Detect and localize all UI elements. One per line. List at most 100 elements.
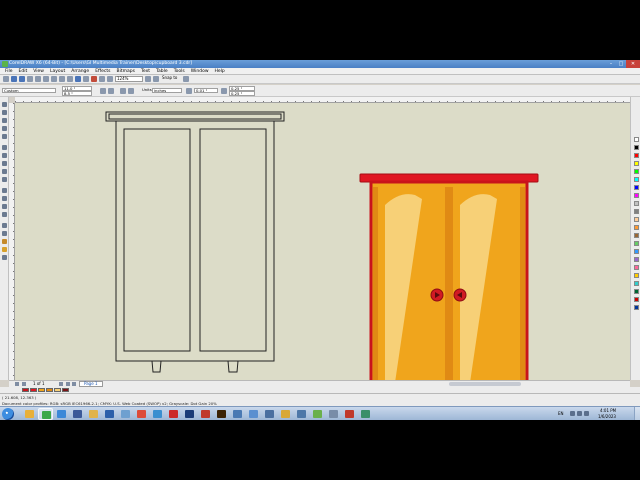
menu-bitmaps[interactable]: Bitmaps [113,69,137,74]
palette-swatch[interactable] [634,217,639,222]
menu-text[interactable]: Text [138,69,153,74]
menu-help[interactable]: Help [212,69,228,74]
taskbar-app-button[interactable] [182,408,197,420]
taskbar-app-button[interactable] [86,408,101,420]
export-icon[interactable] [83,76,89,82]
outline-top-cap-inner[interactable] [108,113,282,120]
shape-tool-icon[interactable] [2,110,7,115]
taskbar-app-button[interactable] [22,408,37,420]
undo-icon[interactable] [59,76,65,82]
maximize-button[interactable]: □ [616,60,626,68]
text-tool-icon[interactable] [2,188,7,193]
outline-right-leg[interactable] [227,360,239,373]
application-launcher-icon[interactable] [99,76,105,82]
clock-date[interactable]: 1/6/2023 [598,414,616,419]
drawing-canvas[interactable] [15,103,630,380]
language-indicator[interactable]: EN [558,411,564,416]
last-page-icon[interactable] [66,382,70,386]
taskbar-app-button[interactable] [294,408,309,420]
doc-color-chip[interactable] [62,388,69,392]
palette-swatch[interactable] [634,137,639,142]
taskbar-app-button[interactable] [198,408,213,420]
taskbar-app-button[interactable] [262,408,277,420]
palette-swatch[interactable] [634,193,639,198]
taskbar-app-button[interactable] [358,408,373,420]
network-icon[interactable] [577,411,582,416]
current-page-icon[interactable] [128,88,134,94]
import-icon[interactable] [75,76,81,82]
taskbar-app-button[interactable] [134,408,149,420]
landscape-icon[interactable] [108,88,114,94]
volume-icon[interactable] [584,411,589,416]
fill-tool-icon[interactable] [2,247,7,252]
next-page-icon[interactable] [59,382,63,386]
palette-swatch[interactable] [634,249,639,254]
snap-icon[interactable] [153,76,159,82]
menu-arrange[interactable]: Arrange [68,69,92,74]
prev-page-icon[interactable] [22,382,26,386]
palette-swatch[interactable] [634,241,639,246]
basic-shapes-tool-icon[interactable] [2,177,7,182]
dimension-tool-icon[interactable] [2,204,7,209]
portrait-icon[interactable] [100,88,106,94]
open-icon[interactable] [11,76,17,82]
palette-swatch[interactable] [634,257,639,262]
print-icon[interactable] [27,76,33,82]
save-icon[interactable] [19,76,25,82]
polygon-tool-icon[interactable] [2,169,7,174]
outline-tool-icon[interactable] [2,239,7,244]
taskbar-app-button[interactable] [38,408,53,420]
taskbar-app-button[interactable] [342,408,357,420]
cut-icon[interactable] [35,76,41,82]
taskbar-app-button[interactable] [230,408,245,420]
freehand-tool-icon[interactable] [2,134,7,139]
table-tool-icon[interactable] [2,196,7,201]
nudge-field[interactable]: 0.01 " [194,88,218,93]
menu-file[interactable]: File [2,69,16,74]
redo-icon[interactable] [67,76,73,82]
smart-fill-tool-icon[interactable] [2,145,7,150]
add-page-icon[interactable] [72,382,76,386]
taskbar-app-button[interactable] [278,408,293,420]
start-button[interactable] [2,408,14,420]
palette-swatch[interactable] [634,305,639,310]
minimize-button[interactable]: – [606,60,616,68]
eyedropper-tool-icon[interactable] [2,231,7,236]
palette-swatch[interactable] [634,169,639,174]
doc-color-chip[interactable] [54,388,61,392]
crop-tool-icon[interactable] [2,118,7,123]
interactive-effects-tool-icon[interactable] [2,223,7,228]
palette-swatch[interactable] [634,281,639,286]
taskbar-app-button[interactable] [102,408,117,420]
doc-color-chip[interactable] [22,388,29,392]
tray-arrow-icon[interactable] [570,411,575,416]
cupboard-outline[interactable] [105,111,285,373]
doc-color-chip[interactable] [30,388,37,392]
palette-swatch[interactable] [634,209,639,214]
interactive-fill-tool-icon[interactable] [2,255,7,260]
page-preset-select[interactable]: Custom [2,88,56,93]
welcome-screen-icon[interactable] [107,76,113,82]
menu-edit[interactable]: Edit [16,69,31,74]
palette-swatch[interactable] [634,185,639,190]
outline-left-door[interactable] [123,128,191,352]
copy-icon[interactable] [43,76,49,82]
show-desktop-button[interactable] [634,407,640,420]
palette-swatch[interactable] [634,177,639,182]
duplicate-y-field[interactable]: 0.25 " [229,91,255,96]
taskbar-app-button[interactable] [214,408,229,420]
palette-swatch[interactable] [634,289,639,294]
zoom-select[interactable]: 124% [115,76,143,82]
new-document-icon[interactable] [3,76,9,82]
taskbar-app-button[interactable] [150,408,165,420]
menu-view[interactable]: View [30,69,47,74]
palette-swatch[interactable] [634,153,639,158]
palette-swatch[interactable] [634,161,639,166]
doc-color-chip[interactable] [46,388,53,392]
paste-icon[interactable] [51,76,57,82]
outline-right-door[interactable] [199,128,267,352]
taskbar-app-button[interactable] [246,408,261,420]
taskbar-app-button[interactable] [54,408,69,420]
menu-effects[interactable]: Effects [92,69,113,74]
ellipse-tool-icon[interactable] [2,161,7,166]
